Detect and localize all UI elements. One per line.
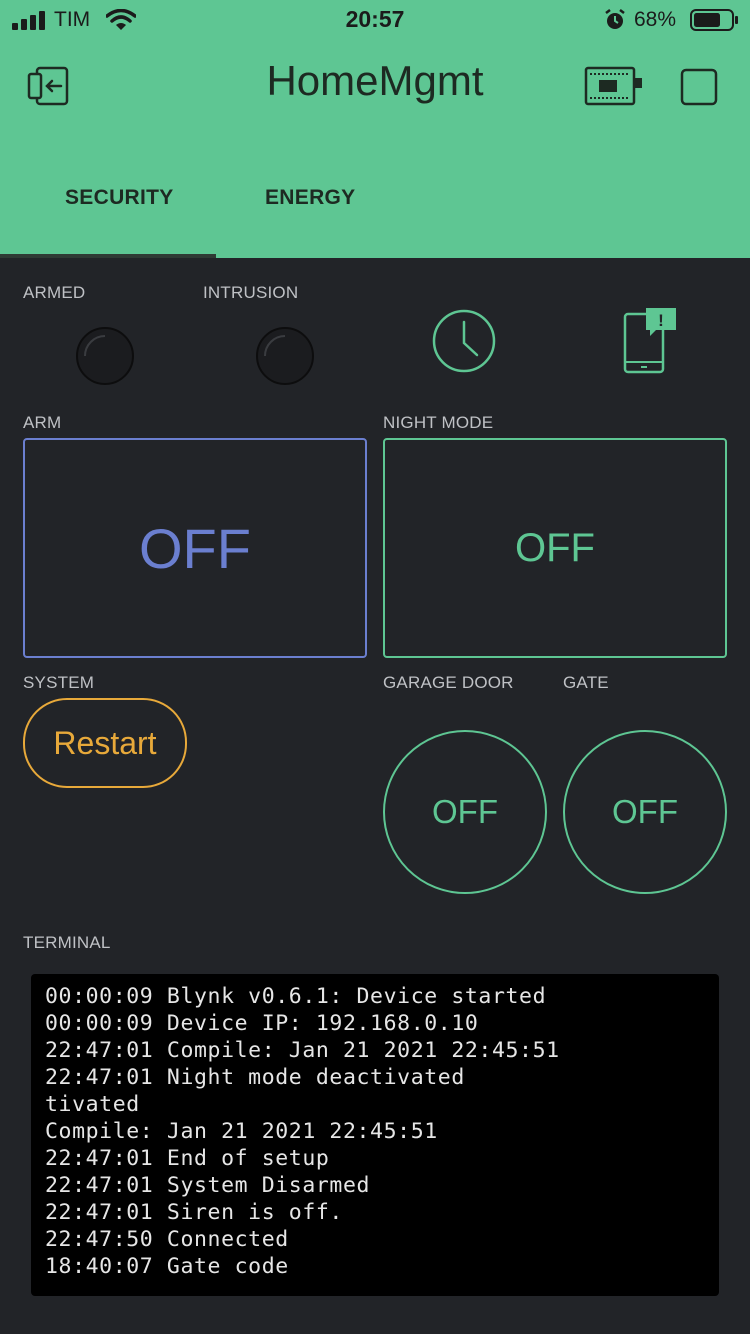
device-board-icon[interactable]	[584, 66, 644, 108]
terminal-line: 22:47:50 Connected	[45, 1227, 289, 1252]
night-mode-button[interactable]: OFF	[383, 438, 727, 658]
arm-button[interactable]: OFF	[23, 438, 367, 658]
garage-door-button-value: OFF	[432, 793, 498, 830]
gate-button-value: OFF	[612, 793, 678, 830]
clock-icon[interactable]	[431, 308, 497, 374]
tab-energy[interactable]: ENERGY	[265, 186, 356, 210]
battery-percentage: 68%	[634, 8, 677, 31]
garage-door-button[interactable]: OFF	[383, 730, 547, 894]
terminal-label: TERMINAL	[23, 933, 111, 952]
phone-notification-icon[interactable]: !	[622, 306, 682, 376]
terminal-line: Compile: Jan 21 2021 22:45:51	[45, 1119, 438, 1144]
restart-button[interactable]: Restart	[23, 698, 187, 788]
gate-button[interactable]: OFF	[563, 730, 727, 894]
battery-icon	[690, 9, 738, 31]
terminal-output[interactable]: 00:00:09 Blynk v0.6.1: Device started 00…	[31, 974, 719, 1296]
intrusion-led	[256, 327, 314, 385]
armed-label: ARMED	[23, 283, 86, 302]
terminal-line: 22:47:01 End of setup	[45, 1146, 330, 1171]
intrusion-label: INTRUSION	[203, 283, 299, 302]
alarm-icon	[605, 9, 625, 29]
armed-led	[76, 327, 134, 385]
gate-label: GATE	[563, 673, 609, 692]
terminal-line: tivated	[45, 1092, 140, 1117]
terminal-line: 22:47:01 Compile: Jan 21 2021 22:45:51	[45, 1038, 560, 1063]
terminal-line: 00:00:09 Device IP: 192.168.0.10	[45, 1011, 479, 1036]
tab-security[interactable]: SECURITY	[65, 186, 174, 210]
active-tab-indicator	[0, 254, 216, 258]
terminal-line: 22:47:01 Siren is off.	[45, 1200, 343, 1225]
arm-label: ARM	[23, 413, 62, 432]
square-icon[interactable]	[680, 68, 718, 106]
app-header	[0, 0, 750, 258]
svg-text:!: !	[658, 311, 664, 330]
terminal-line: 22:47:01 System Disarmed	[45, 1173, 371, 1198]
terminal-line: 00:00:09 Blynk v0.6.1: Device started	[45, 984, 547, 1009]
night-mode-label: NIGHT MODE	[383, 413, 494, 432]
arm-button-value: OFF	[139, 516, 251, 580]
terminal-line: 18:40:07 Gate code	[45, 1254, 289, 1279]
night-mode-button-value: OFF	[515, 525, 595, 570]
terminal-line: 22:47:01 Night mode deactivated	[45, 1065, 465, 1090]
garage-door-label: GARAGE DOOR	[383, 673, 514, 692]
system-label: SYSTEM	[23, 673, 95, 692]
